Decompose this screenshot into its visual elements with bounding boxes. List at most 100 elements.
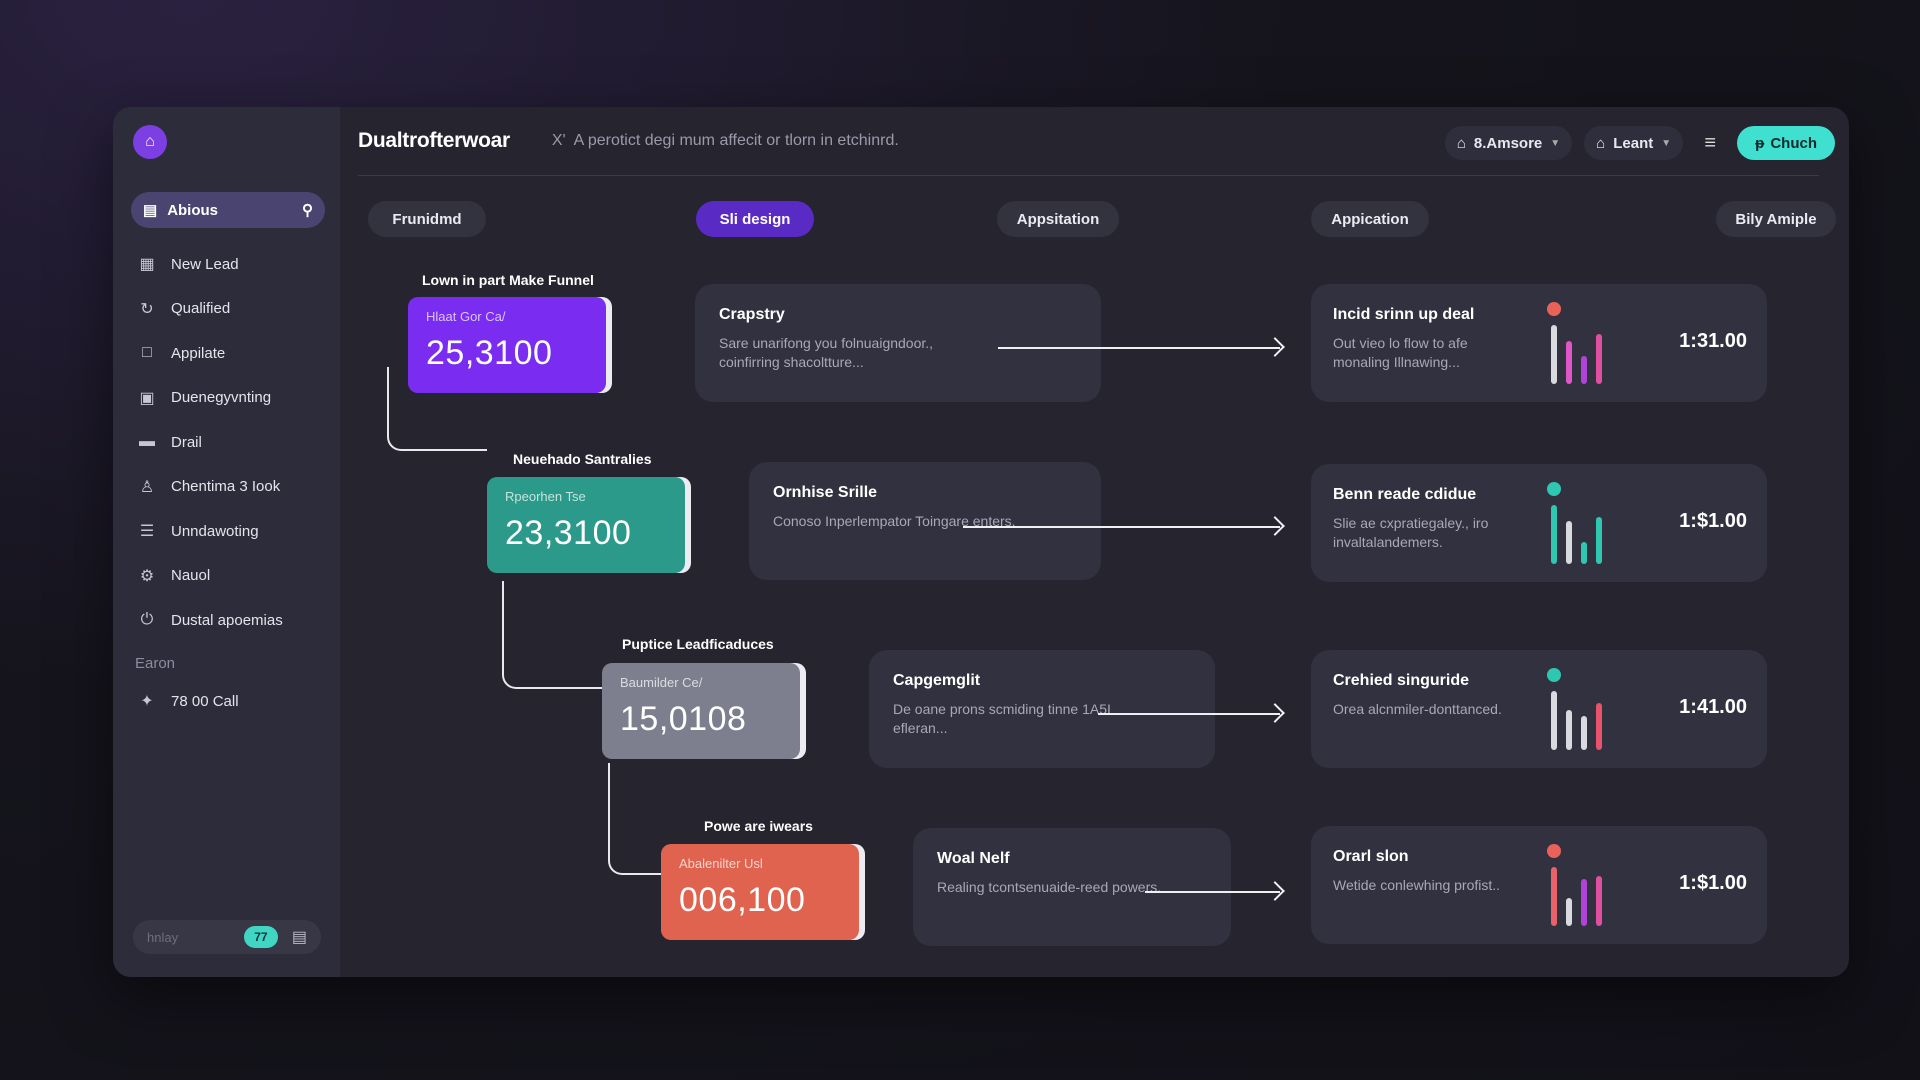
result-price: 1:$1.00: [1679, 872, 1747, 894]
step-card[interactable]: Capgemglit De oane prons scmiding tinne …: [869, 650, 1215, 768]
chart-bar: [1551, 867, 1557, 926]
power-icon: ⏻: [140, 611, 154, 629]
chart-bar: [1566, 710, 1572, 750]
stage-sublabel: Rpeorhen Tse: [505, 489, 586, 504]
sidebar-item-dustal[interactable]: ⏻ Dustal apoemias: [131, 598, 325, 643]
sidebar-item-call[interactable]: ✦ 78 00 Call: [131, 679, 325, 724]
tab-sli-design[interactable]: Sli design: [696, 201, 814, 237]
tab-appication[interactable]: Appication: [1311, 201, 1429, 237]
cta-button[interactable]: ᵽ Chuch: [1737, 126, 1835, 160]
tab-frunidmd[interactable]: Frunidmd: [368, 201, 486, 237]
header-actions: ⌂ 8.Amsore ▼ ⌂ Leant ▼ ≡ ᵽ Chuch: [1444, 126, 1835, 160]
search-icon[interactable]: ⚲: [302, 201, 313, 219]
sidebar-item-label: New Lead: [171, 255, 239, 273]
folder-icon: ▬: [139, 433, 155, 451]
document-icon: ☰: [139, 523, 155, 541]
building-icon: ▤: [143, 202, 158, 219]
flow-arrow: [1145, 891, 1280, 893]
sidebar-item-label: Drail: [171, 433, 202, 451]
step-card[interactable]: Woal Nelf Realing tcontsenuaide-reed pow…: [913, 828, 1231, 946]
chart-bar: [1551, 325, 1557, 384]
tab-appsitation[interactable]: Appsitation: [997, 201, 1119, 237]
mini-bar-chart: [1546, 482, 1636, 564]
result-title: Benn reade cdidue: [1333, 486, 1477, 503]
sidebar-item-qualified[interactable]: ↻ Qualified: [131, 287, 325, 332]
sidebar-item-label: 78 00 Call: [171, 692, 239, 710]
lock-icon: ⌂: [1596, 134, 1606, 152]
step-title: Capgemglit: [893, 672, 981, 689]
stage-label: Lown in part Make Funnel: [422, 272, 594, 288]
sidebar: ⌂ ▤ Abious ⚲ ▦ New Lead ↻ Qualified □ Ap…: [113, 107, 340, 977]
sidebar-item-drail[interactable]: ▬ Drail: [131, 420, 325, 465]
funnel-stage-card[interactable]: Abalenilter Usl 006,100: [661, 844, 859, 940]
mini-bar-chart: [1546, 668, 1636, 750]
app-logo-icon[interactable]: ⌂: [133, 125, 167, 159]
step-description: De oane prons scmiding tinne 1A5I eflera…: [893, 701, 1111, 736]
calendar-icon: ▣: [139, 389, 155, 407]
home-icon: ⌂: [1456, 134, 1466, 152]
funnel-stage-card[interactable]: Rpeorhen Tse 23,3100: [487, 477, 685, 573]
result-card[interactable]: Crehied singuride Orea alcnmiler-donttan…: [1311, 650, 1767, 768]
square-icon: □: [142, 344, 152, 362]
sidebar-item-chentima[interactable]: ♙ Chentima 3 Iook: [131, 465, 325, 510]
result-description: Slie ae cxpratiegaley., iro invaltalande…: [1333, 515, 1489, 550]
chart-bar: [1581, 879, 1587, 926]
settings-icon: ✦: [140, 693, 154, 711]
step-description: Sare unarifong you folnuaigndoor., coinf…: [719, 335, 934, 370]
result-card[interactable]: Incid srinn up deal Out vieo lo flow to …: [1311, 284, 1767, 402]
funnel-stage-card[interactable]: Hlaat Gor Ca/ 25,3100: [408, 297, 606, 393]
stage-sublabel: Abalenilter Usl: [679, 856, 763, 871]
result-title: Incid srinn up deal: [1333, 306, 1475, 323]
step-card[interactable]: Ornhise Srille Conoso Inperlempator Toin…: [749, 462, 1101, 580]
page-title: Dualtrofterwoar: [358, 129, 510, 152]
sidebar-item-appilate[interactable]: □ Appilate: [131, 331, 325, 376]
sidebar-item-label: Appilate: [171, 344, 226, 362]
result-card[interactable]: Benn reade cdidue Slie ae cxpratiegaley.…: [1311, 464, 1767, 582]
sidebar-item-new-lead[interactable]: ▦ New Lead: [131, 242, 325, 287]
result-title: Orarl slon: [1333, 848, 1409, 865]
sidebar-footer-label: hnlay: [147, 929, 179, 945]
funnel-connector: [502, 581, 602, 689]
inbox-icon[interactable]: ▤: [292, 927, 307, 947]
chevron-down-icon: ▼: [1550, 137, 1561, 149]
step-title: Woal Nelf: [937, 850, 1010, 867]
sidebar-item-label: Unndawoting: [171, 522, 259, 540]
step-description: Realing tcontsenuaide-reed powers.: [937, 879, 1162, 895]
result-card[interactable]: Orarl slon Wetide conlewhing profist.. 1…: [1311, 826, 1767, 944]
menu-icon[interactable]: ≡: [1695, 132, 1725, 155]
header: Dualtrofterwoar X' A perotict degi mum a…: [340, 107, 1849, 175]
stage-value: 15,0108: [620, 700, 747, 738]
mini-bar-chart: [1546, 302, 1636, 384]
sidebar-item-nauol[interactable]: ⚙ Nauol: [131, 554, 325, 599]
chart-bar: [1596, 876, 1602, 926]
flow-arrow: [963, 526, 1280, 528]
location-dropdown[interactable]: ⌂ 8.Amsore ▼: [1444, 126, 1573, 160]
funnel-stage-card[interactable]: Baumilder Ce/ 15,0108: [602, 663, 800, 759]
step-card[interactable]: Crapstry Sare unarifong you folnuaigndoo…: [695, 284, 1101, 402]
chart-bar: [1596, 703, 1602, 750]
chart-marker-dot: [1547, 482, 1561, 496]
notification-badge[interactable]: 77: [243, 926, 278, 948]
chart-bar: [1596, 334, 1602, 384]
stage-value: 006,100: [679, 881, 806, 919]
user-dropdown[interactable]: ⌂ Leant ▼: [1584, 126, 1684, 160]
flow-arrow: [1098, 713, 1280, 715]
mini-bar-chart: [1546, 844, 1636, 926]
chart-bar: [1566, 521, 1572, 564]
user-icon: ᵽ: [1755, 134, 1765, 152]
close-icon[interactable]: X': [552, 132, 566, 150]
stage-value: 23,3100: [505, 514, 632, 552]
user-icon: ♙: [139, 478, 155, 496]
sidebar-item-label: Duenegyvnting: [171, 389, 272, 407]
sidebar-search[interactable]: ▤ Abious ⚲: [131, 192, 325, 228]
chart-bar: [1581, 716, 1587, 750]
sidebar-nav: ▦ New Lead ↻ Qualified □ Appilate ▣ Duen…: [131, 242, 325, 643]
stage-label: Puptice Leadficaduces: [622, 636, 774, 652]
tab-bily-amiple[interactable]: Bily Amiple: [1716, 201, 1836, 237]
result-price: 1:$1.00: [1679, 510, 1747, 532]
step-title: Crapstry: [719, 306, 785, 323]
stage-label: Powe are iwears: [704, 818, 813, 834]
sidebar-item-duenegyvnting[interactable]: ▣ Duenegyvnting: [131, 376, 325, 421]
chart-marker-dot: [1547, 844, 1561, 858]
sidebar-item-unndawoting[interactable]: ☰ Unndawoting: [131, 509, 325, 554]
